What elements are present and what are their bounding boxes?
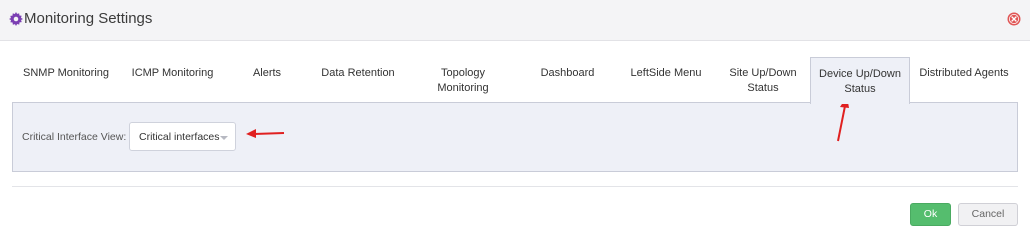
tab-alerts[interactable]: Alerts xyxy=(225,57,309,103)
tab-distributed-agents[interactable]: Distributed Agents xyxy=(910,57,1018,103)
ok-button[interactable]: Ok xyxy=(910,203,951,226)
tab-topology-monitoring[interactable]: Topology Monitoring xyxy=(407,57,519,103)
chevron-down-icon xyxy=(220,136,228,140)
tab-device-up-down-status[interactable]: Device Up/Down Status xyxy=(810,57,910,104)
cancel-button[interactable]: Cancel xyxy=(958,203,1018,226)
critical-interface-view-label: Critical Interface View: xyxy=(22,131,127,143)
select-value: Critical interfaces xyxy=(139,131,220,143)
tab-content-panel: Critical Interface View: Critical interf… xyxy=(12,102,1018,172)
tab-site-up-down-status[interactable]: Site Up/Down Status xyxy=(716,57,810,103)
tab-snmp-monitoring[interactable]: SNMP Monitoring xyxy=(12,57,120,103)
critical-interface-view-select[interactable]: Critical interfaces xyxy=(129,122,236,151)
footer-divider xyxy=(12,186,1018,187)
tab-dashboard[interactable]: Dashboard xyxy=(519,57,616,103)
tab-icmp-monitoring[interactable]: ICMP Monitoring xyxy=(120,57,225,103)
close-icon[interactable] xyxy=(1007,12,1021,26)
tab-leftside-menu[interactable]: LeftSide Menu xyxy=(616,57,716,103)
tab-data-retention[interactable]: Data Retention xyxy=(309,57,407,103)
dialog-header: Monitoring Settings xyxy=(0,0,1030,41)
annotation-arrow-select xyxy=(246,129,285,138)
settings-tabs: SNMP Monitoring ICMP Monitoring Alerts D… xyxy=(12,57,1018,104)
gear-icon xyxy=(9,12,23,26)
dialog-title: Monitoring Settings xyxy=(24,10,153,27)
